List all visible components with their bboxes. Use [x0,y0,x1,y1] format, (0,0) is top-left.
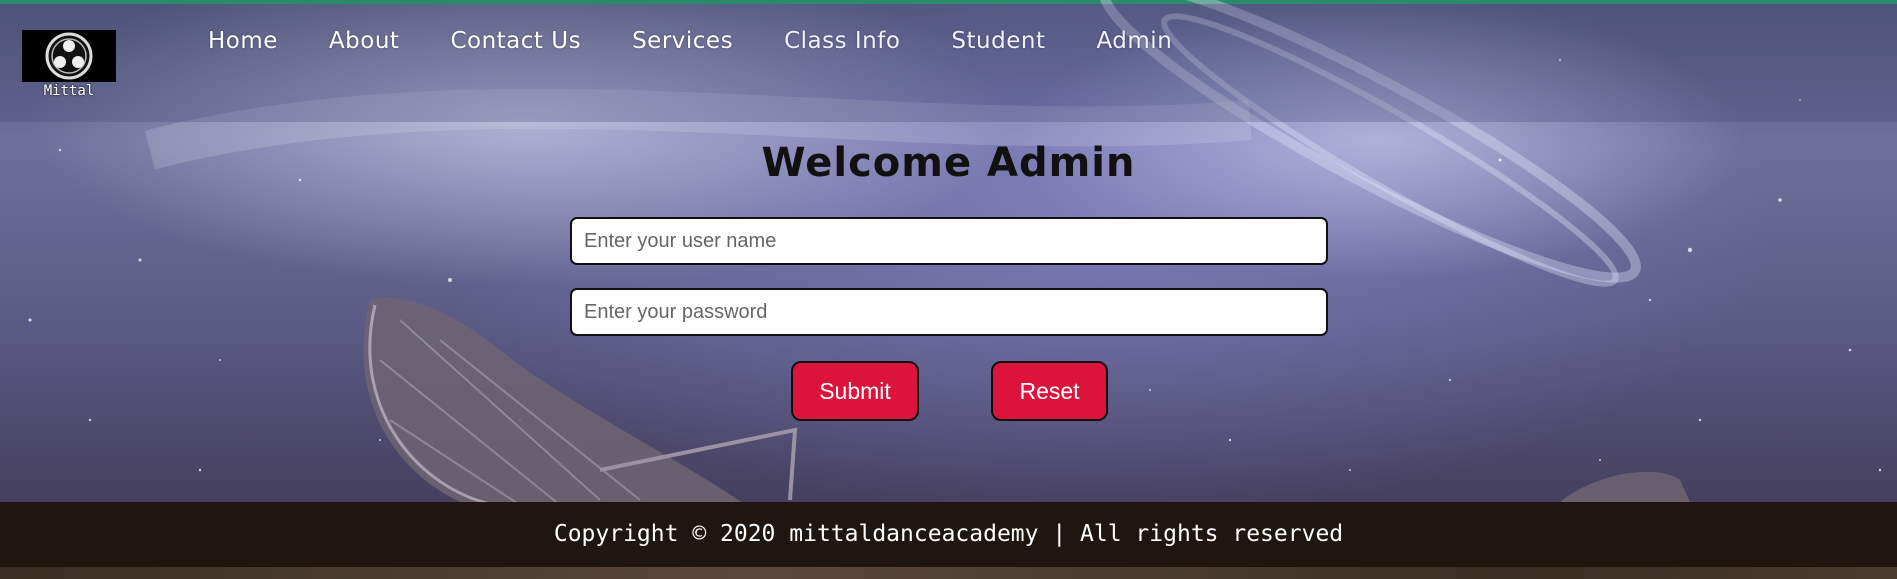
nav-services[interactable]: Services [632,28,733,54]
main-nav: Home About Contact Us Services Class Inf… [208,28,1223,54]
bottom-background-strip [0,567,1897,579]
copyright-text: Copyright © 2020 mittaldanceacademy | Al… [553,520,1344,547]
reset-button[interactable]: Reset [991,361,1108,421]
logo-emblem [22,30,116,82]
nav-student[interactable]: Student [951,28,1045,54]
welcome-heading: Welcome Admin [761,140,1136,186]
nav-class-info[interactable]: Class Info [784,28,900,54]
submit-button[interactable]: Submit [791,361,919,421]
admin-login-page: Mittal Home About Contact Us Services Cl… [0,0,1897,579]
site-logo[interactable]: Mittal [22,30,116,99]
logo-text: Mittal [43,83,95,99]
nav-admin[interactable]: Admin [1096,28,1172,54]
nav-about[interactable]: About [329,28,400,54]
navbar: Mittal Home About Contact Us Services Cl… [0,4,1897,122]
password-input[interactable] [570,288,1328,336]
triskelion-logo-icon [45,32,93,80]
nav-home[interactable]: Home [208,28,278,54]
nav-contact-us[interactable]: Contact Us [450,28,581,54]
username-input[interactable] [570,217,1328,265]
